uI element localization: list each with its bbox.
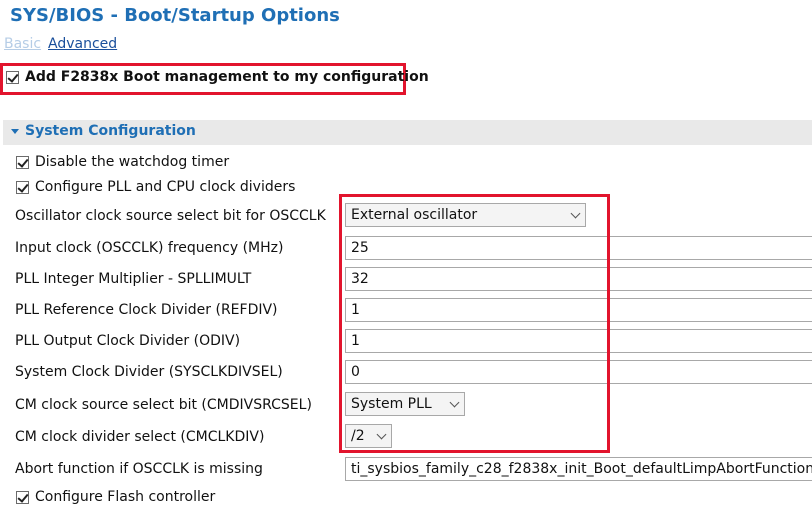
advanced-mode-link[interactable]: Advanced (48, 36, 117, 52)
disable-watchdog-checkbox[interactable] (16, 156, 29, 169)
disable-watchdog-label: Disable the watchdog timer (35, 154, 230, 170)
configure-pll-checkbox[interactable] (16, 181, 29, 194)
clock-settings-highlight (339, 194, 610, 453)
pll-refdiv-label: PLL Reference Clock Divider (REFDIV) (15, 302, 278, 318)
abort-fn-label: Abort function if OSCCLK is missing (15, 461, 263, 477)
boot-management-label: Add F2838x Boot management to my configu… (25, 69, 429, 85)
configure-pll-label: Configure PLL and CPU clock dividers (35, 179, 296, 195)
abort-fn-field[interactable]: ti_sysbios_family_c28_f2838x_init_Boot_d… (345, 457, 812, 481)
input-clock-label: Input clock (OSCCLK) frequency (MHz) (15, 240, 284, 256)
cm-div-label: CM clock divider select (CMCLKDIV) (15, 429, 265, 445)
pll-mult-label: PLL Integer Multiplier - SPLLIMULT (15, 271, 252, 287)
pll-odiv-label: PLL Output Clock Divider (ODIV) (15, 333, 241, 349)
collapse-arrow-icon[interactable] (11, 129, 19, 134)
cm-source-label: CM clock source select bit (CMDIVSRCSEL) (15, 397, 312, 413)
section-title: System Configuration (25, 123, 196, 139)
basic-mode-link[interactable]: Basic (4, 36, 41, 52)
page-title: SYS/BIOS - Boot/Startup Options (10, 5, 340, 26)
configure-flash-checkbox[interactable] (16, 491, 29, 504)
configure-flash-label: Configure Flash controller (35, 489, 216, 505)
sysclkdivsel-label: System Clock Divider (SYSCLKDIVSEL) (15, 364, 283, 380)
boot-management-checkbox[interactable] (6, 71, 19, 84)
osc-source-label: Oscillator clock source select bit for O… (15, 208, 326, 224)
